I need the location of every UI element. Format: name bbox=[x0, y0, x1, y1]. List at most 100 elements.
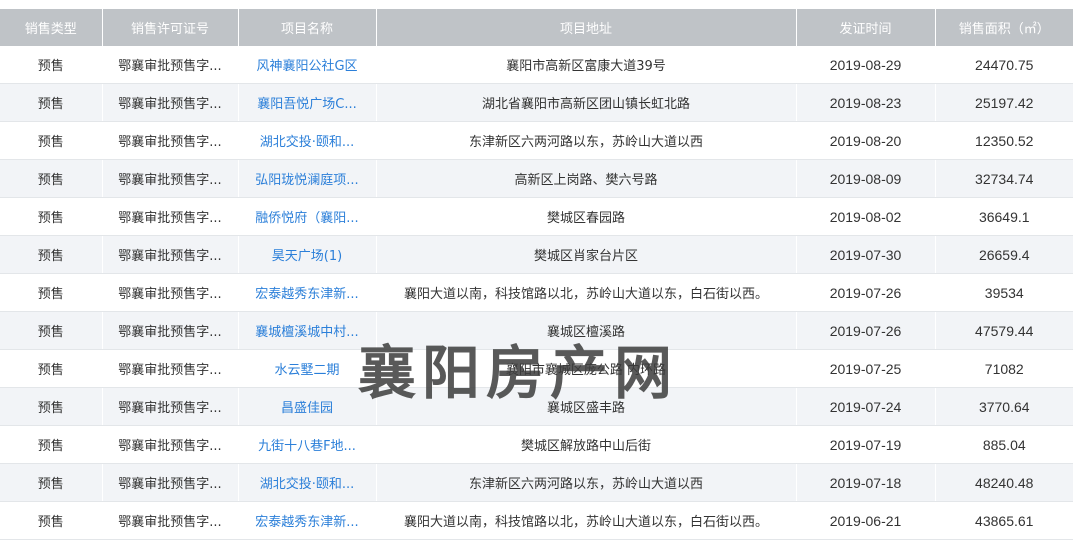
sale-area-cell: 26659.4 bbox=[935, 235, 1073, 274]
issue-date-cell: 2019-07-18 bbox=[796, 463, 936, 502]
project-address-cell: 东津新区六两河路以东，苏岭山大道以西 bbox=[376, 121, 797, 160]
table-row: 预售 鄂襄审批预售字... 风神襄阳公社G区 襄阳市高新区富康大道39号 2019-08… bbox=[0, 46, 1073, 84]
project-name-cell: 水云墅二期 bbox=[238, 349, 377, 388]
project-name-cell: 昌盛佳园 bbox=[238, 387, 377, 426]
issue-date-cell: 2019-07-19 bbox=[796, 425, 936, 464]
permit-no-cell: 鄂襄审批预售字... bbox=[102, 501, 239, 540]
table-row: 预售 鄂襄审批预售字... 弘阳珑悦澜庭项... 高新区上岗路、樊六号路 2019-08… bbox=[0, 159, 1073, 198]
project-name-cell: 宏泰越秀东津新... bbox=[238, 501, 377, 540]
issue-date-cell: 2019-08-09 bbox=[796, 159, 936, 198]
table-body: 预售 鄂襄审批预售字... 风神襄阳公社G区 襄阳市高新区富康大道39号 2019-08… bbox=[0, 46, 1073, 540]
project-address-cell: 襄城区盛丰路 bbox=[376, 387, 797, 426]
project-name-link[interactable]: 宏泰越秀东津新... bbox=[255, 515, 358, 530]
project-name-cell: 襄城檀溪城中村... bbox=[238, 311, 377, 350]
sale-area-cell: 32734.74 bbox=[935, 159, 1073, 198]
table-row: 预售 鄂襄审批预售字... 融侨悦府（襄阳... 樊城区春园路 2019-08-02 36… bbox=[0, 197, 1073, 236]
sale-area-cell: 3770.64 bbox=[935, 387, 1073, 426]
col-header-project-address[interactable]: 项目地址 bbox=[376, 9, 797, 46]
sale-type-cell: 预售 bbox=[0, 83, 103, 122]
project-address-cell: 湖北省襄阳市高新区团山镇长虹北路 bbox=[376, 83, 797, 122]
sale-area-cell: 12350.52 bbox=[935, 121, 1073, 160]
sale-area-cell: 24470.75 bbox=[935, 46, 1073, 84]
permit-no-cell: 鄂襄审批预售字... bbox=[102, 235, 239, 274]
permit-no-cell: 鄂襄审批预售字... bbox=[102, 46, 239, 84]
project-address-cell: 襄阳大道以南，科技馆路以北，苏岭山大道以东，白石街以西。 bbox=[376, 273, 797, 312]
sales-permit-table: 销售类型 销售许可证号 项目名称 项目地址 发证时间 销售面积（㎡） 预售 鄂襄审… bbox=[0, 9, 1073, 540]
sale-type-cell: 预售 bbox=[0, 235, 103, 274]
permit-no-cell: 鄂襄审批预售字... bbox=[102, 197, 239, 236]
sale-area-cell: 48240.48 bbox=[935, 463, 1073, 502]
issue-date-cell: 2019-07-26 bbox=[796, 311, 936, 350]
issue-date-cell: 2019-08-02 bbox=[796, 197, 936, 236]
sale-area-cell: 71082 bbox=[935, 349, 1073, 388]
sale-type-cell: 预售 bbox=[0, 387, 103, 426]
project-name-link[interactable]: 九街十八巷F地... bbox=[258, 439, 356, 454]
table-row: 预售 鄂襄审批预售字... 九街十八巷F地... 樊城区解放路中山后街 2019-07-… bbox=[0, 425, 1073, 464]
project-address-cell: 东津新区六两河路以东，苏岭山大道以西 bbox=[376, 463, 797, 502]
permit-no-cell: 鄂襄审批预售字... bbox=[102, 463, 239, 502]
sale-type-cell: 预售 bbox=[0, 349, 103, 388]
table-row: 预售 鄂襄审批预售字... 昌盛佳园 襄城区盛丰路 2019-07-24 3770.64 bbox=[0, 387, 1073, 426]
project-address-cell: 樊城区春园路 bbox=[376, 197, 797, 236]
permit-no-cell: 鄂襄审批预售字... bbox=[102, 387, 239, 426]
project-name-cell: 湖北交投·颐和... bbox=[238, 121, 377, 160]
sale-area-cell: 43865.61 bbox=[935, 501, 1073, 540]
project-name-link[interactable]: 弘阳珑悦澜庭项... bbox=[255, 173, 358, 188]
table-row: 预售 鄂襄审批预售字... 湖北交投·颐和... 东津新区六两河路以东，苏岭山大道以西… bbox=[0, 121, 1073, 160]
project-name-link[interactable]: 襄城檀溪城中村... bbox=[255, 325, 358, 340]
project-name-cell: 九街十八巷F地... bbox=[238, 425, 377, 464]
sale-area-cell: 47579.44 bbox=[935, 311, 1073, 350]
header-row: 销售类型 销售许可证号 项目名称 项目地址 发证时间 销售面积（㎡） bbox=[0, 9, 1073, 46]
col-header-permit-no[interactable]: 销售许可证号 bbox=[102, 9, 239, 46]
permit-no-cell: 鄂襄审批预售字... bbox=[102, 159, 239, 198]
table-row: 预售 鄂襄审批预售字... 宏泰越秀东津新... 襄阳大道以南，科技馆路以北，苏岭山大… bbox=[0, 501, 1073, 540]
project-name-link[interactable]: 水云墅二期 bbox=[274, 363, 339, 378]
project-address-cell: 襄阳市襄城区庞公路 内环路 bbox=[376, 349, 797, 388]
project-name-link[interactable]: 融侨悦府（襄阳... bbox=[255, 211, 358, 226]
table-row: 预售 鄂襄审批预售字... 宏泰越秀东津新... 襄阳大道以南，科技馆路以北，苏岭山大… bbox=[0, 273, 1073, 312]
sales-permit-table-container: 销售类型 销售许可证号 项目名称 项目地址 发证时间 销售面积（㎡） 预售 鄂襄审… bbox=[0, 9, 1073, 540]
permit-no-cell: 鄂襄审批预售字... bbox=[102, 121, 239, 160]
issue-date-cell: 2019-07-24 bbox=[796, 387, 936, 426]
permit-no-cell: 鄂襄审批预售字... bbox=[102, 311, 239, 350]
issue-date-cell: 2019-08-23 bbox=[796, 83, 936, 122]
col-header-project-name[interactable]: 项目名称 bbox=[238, 9, 377, 46]
sale-type-cell: 预售 bbox=[0, 273, 103, 312]
sale-area-cell: 885.04 bbox=[935, 425, 1073, 464]
sale-type-cell: 预售 bbox=[0, 197, 103, 236]
issue-date-cell: 2019-07-30 bbox=[796, 235, 936, 274]
project-name-link[interactable]: 湖北交投·颐和... bbox=[260, 477, 355, 492]
table-row: 预售 鄂襄审批预售字... 襄城檀溪城中村... 襄城区檀溪路 2019-07-26 47… bbox=[0, 311, 1073, 350]
issue-date-cell: 2019-08-20 bbox=[796, 121, 936, 160]
sale-type-cell: 预售 bbox=[0, 501, 103, 540]
col-header-issue-date[interactable]: 发证时间 bbox=[796, 9, 936, 46]
col-header-sale-type[interactable]: 销售类型 bbox=[0, 9, 103, 46]
project-name-link[interactable]: 宏泰越秀东津新... bbox=[255, 287, 358, 302]
project-name-link[interactable]: 襄阳吾悦广场C... bbox=[257, 97, 356, 112]
project-address-cell: 襄城区檀溪路 bbox=[376, 311, 797, 350]
issue-date-cell: 2019-06-21 bbox=[796, 501, 936, 540]
project-name-link[interactable]: 昊天广场(1) bbox=[272, 249, 342, 264]
project-name-cell: 昊天广场(1) bbox=[238, 235, 377, 274]
col-header-sale-area[interactable]: 销售面积（㎡） bbox=[935, 9, 1073, 46]
project-address-cell: 樊城区肖家台片区 bbox=[376, 235, 797, 274]
project-name-cell: 融侨悦府（襄阳... bbox=[238, 197, 377, 236]
project-name-cell: 襄阳吾悦广场C... bbox=[238, 83, 377, 122]
project-name-cell: 湖北交投·颐和... bbox=[238, 463, 377, 502]
sale-area-cell: 25197.42 bbox=[935, 83, 1073, 122]
sale-area-cell: 39534 bbox=[935, 273, 1073, 312]
sale-type-cell: 预售 bbox=[0, 463, 103, 502]
project-address-cell: 襄阳大道以南，科技馆路以北，苏岭山大道以东，白石街以西。 bbox=[376, 501, 797, 540]
project-name-link[interactable]: 昌盛佳园 bbox=[281, 401, 333, 416]
issue-date-cell: 2019-07-25 bbox=[796, 349, 936, 388]
table-row: 预售 鄂襄审批预售字... 襄阳吾悦广场C... 湖北省襄阳市高新区团山镇长虹北路 20… bbox=[0, 83, 1073, 122]
issue-date-cell: 2019-08-29 bbox=[796, 46, 936, 84]
table-row: 预售 鄂襄审批预售字... 水云墅二期 襄阳市襄城区庞公路 内环路 2019-07-25… bbox=[0, 349, 1073, 388]
project-name-cell: 弘阳珑悦澜庭项... bbox=[238, 159, 377, 198]
project-address-cell: 高新区上岗路、樊六号路 bbox=[376, 159, 797, 198]
permit-no-cell: 鄂襄审批预售字... bbox=[102, 83, 239, 122]
project-name-link[interactable]: 风神襄阳公社G区 bbox=[256, 59, 357, 74]
project-address-cell: 樊城区解放路中山后街 bbox=[376, 425, 797, 464]
project-name-link[interactable]: 湖北交投·颐和... bbox=[260, 135, 355, 150]
project-name-cell: 风神襄阳公社G区 bbox=[238, 46, 377, 84]
